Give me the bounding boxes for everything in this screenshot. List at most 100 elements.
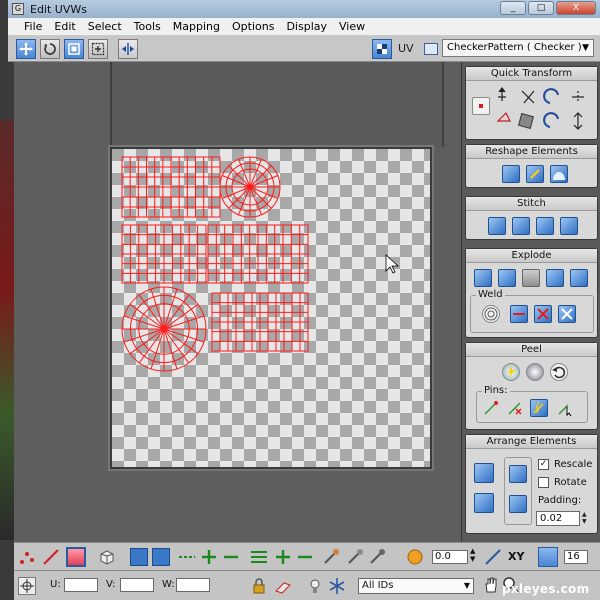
close-button[interactable]: X <box>556 1 596 15</box>
select-pins-button[interactable] <box>556 399 574 417</box>
pin-selected-button[interactable] <box>482 399 500 417</box>
absolute-offset-toggle[interactable] <box>18 577 36 595</box>
stitch-to-source-button[interactable] <box>536 217 554 235</box>
stitch-custom-button[interactable] <box>560 217 578 235</box>
polygon-mode-button[interactable] <box>66 547 86 567</box>
detach-edge-verts-button[interactable] <box>498 269 516 287</box>
menu-display[interactable]: Display <box>280 20 333 33</box>
weld-group-label: Weld <box>476 289 505 300</box>
minimize-button[interactable]: _ <box>500 1 526 15</box>
pack-normalize-button[interactable] <box>474 463 494 483</box>
freeform-icon <box>91 42 105 56</box>
rollout-title[interactable]: Quick Transform <box>466 67 597 81</box>
xy-label[interactable]: XY <box>508 550 524 563</box>
rescale-elements-button[interactable] <box>509 495 527 513</box>
set-pivot-button[interactable] <box>472 97 490 115</box>
texture-map-select[interactable]: CheckerPattern ( Checker ) ▼ <box>442 39 594 57</box>
freeform-tool-button[interactable] <box>88 39 108 59</box>
shrink-ring-icon[interactable] <box>296 548 314 566</box>
rollout-title[interactable]: Peel <box>466 343 597 357</box>
peel-bolt-icon <box>508 366 515 378</box>
menu-file[interactable]: File <box>18 20 48 33</box>
menu-mapping[interactable]: Mapping <box>167 20 226 33</box>
stitch-to-target-button[interactable] <box>488 217 506 235</box>
rotate-tool-button[interactable] <box>40 39 60 59</box>
straighten-selection-button[interactable] <box>502 165 520 183</box>
pack-custom-button[interactable] <box>509 465 527 483</box>
rollout-title[interactable]: Explode <box>466 249 597 263</box>
grow-selection-button[interactable] <box>130 548 148 566</box>
rollout-title[interactable]: Reshape Elements <box>466 145 597 159</box>
map-list-icon[interactable] <box>424 43 438 55</box>
rotate-checkbox[interactable] <box>538 477 549 488</box>
element-mode-icon[interactable] <box>98 548 116 566</box>
weld-threshold-button[interactable] <box>558 305 576 323</box>
shrink-selection-button[interactable] <box>152 548 170 566</box>
padding-spinner[interactable]: 0.02 <box>536 511 580 526</box>
crosshair-icon <box>20 579 34 593</box>
quick-peel-button[interactable] <box>502 363 520 381</box>
grow-loop-icon[interactable] <box>200 548 218 566</box>
paint-shrink-icon[interactable] <box>368 548 386 566</box>
show-map-button[interactable] <box>372 39 392 59</box>
u-coordinate-field[interactable] <box>64 578 98 592</box>
menu-select[interactable]: Select <box>82 20 128 33</box>
w-coordinate-field[interactable] <box>176 578 210 592</box>
grid-snap-button[interactable] <box>538 547 558 567</box>
freeze-icon[interactable] <box>328 577 346 595</box>
soft-selection-falloff-value: 0.0 <box>435 551 451 562</box>
edge-mode-icon[interactable] <box>42 548 60 566</box>
menu-options[interactable]: Options <box>226 20 280 33</box>
pan-hand-icon[interactable] <box>482 576 500 594</box>
soft-selection-icon[interactable] <box>406 548 424 566</box>
flatten-by-material-id-button[interactable] <box>570 269 588 287</box>
rollout-title[interactable]: Stitch <box>466 197 597 211</box>
ring-select-icon[interactable] <box>250 548 268 566</box>
menu-edit[interactable]: Edit <box>48 20 81 33</box>
rotate-icon <box>44 43 56 55</box>
spinner-arrows-icon[interactable]: ▲ ▼ <box>470 547 475 563</box>
v-coordinate-field[interactable] <box>120 578 154 592</box>
material-id-select[interactable]: All IDs ▼ <box>358 578 474 594</box>
auto-pin-moved-button[interactable] <box>530 399 548 417</box>
reset-peel-button[interactable] <box>550 363 568 381</box>
peel-mode-button[interactable] <box>526 363 544 381</box>
flatten-by-polygon-angle-button[interactable] <box>522 269 540 287</box>
pack-together-button[interactable] <box>474 493 494 513</box>
weld-all-selected-button[interactable] <box>534 305 552 323</box>
menu-tools[interactable]: Tools <box>128 20 167 33</box>
soft-selection-falloff-field[interactable]: 0.0 <box>432 550 468 564</box>
flatten-by-smoothing-group-button[interactable] <box>546 269 564 287</box>
grow-ring-icon[interactable] <box>274 548 292 566</box>
unpin-selected-button[interactable] <box>506 399 524 417</box>
hide-icon[interactable] <box>274 577 292 595</box>
grid-size-field[interactable]: 16 <box>564 550 588 564</box>
stitch-average-button[interactable] <box>512 217 530 235</box>
paint-select-icon[interactable] <box>322 548 340 566</box>
spinner-arrows-icon[interactable]: ▲ ▼ <box>582 511 589 526</box>
loop-select-icon[interactable] <box>178 548 196 566</box>
uv-checker-canvas[interactable] <box>108 145 434 471</box>
maximize-button[interactable]: □ <box>528 1 554 15</box>
bulb-icon[interactable] <box>306 577 324 595</box>
circularize-button[interactable] <box>550 165 568 183</box>
weld-selected-button[interactable] <box>482 305 500 323</box>
target-weld-button[interactable] <box>510 305 528 323</box>
shrink-loop-icon[interactable] <box>222 548 240 566</box>
menu-view[interactable]: View <box>333 20 371 33</box>
rescale-checkbox[interactable]: ✓ <box>538 459 549 470</box>
move-tool-button[interactable] <box>16 39 36 59</box>
scale-tool-button[interactable] <box>64 39 84 59</box>
rollout-title[interactable]: Arrange Elements <box>466 435 597 449</box>
paint-grow-icon[interactable] <box>346 548 364 566</box>
top-toolbar: UV CheckerPattern ( Checker ) ▼ <box>8 36 600 62</box>
uv-editor-viewport[interactable] <box>14 62 460 542</box>
vertex-mode-icon[interactable] <box>18 548 36 566</box>
lock-icon[interactable] <box>250 577 268 595</box>
mirror-tool-button[interactable] <box>118 39 138 59</box>
padding-label: Padding: <box>538 495 582 506</box>
falloff-line-icon[interactable] <box>484 548 502 566</box>
relax-button[interactable] <box>526 165 544 183</box>
break-button[interactable] <box>474 269 492 287</box>
uv-layout-svg[interactable] <box>112 149 430 467</box>
